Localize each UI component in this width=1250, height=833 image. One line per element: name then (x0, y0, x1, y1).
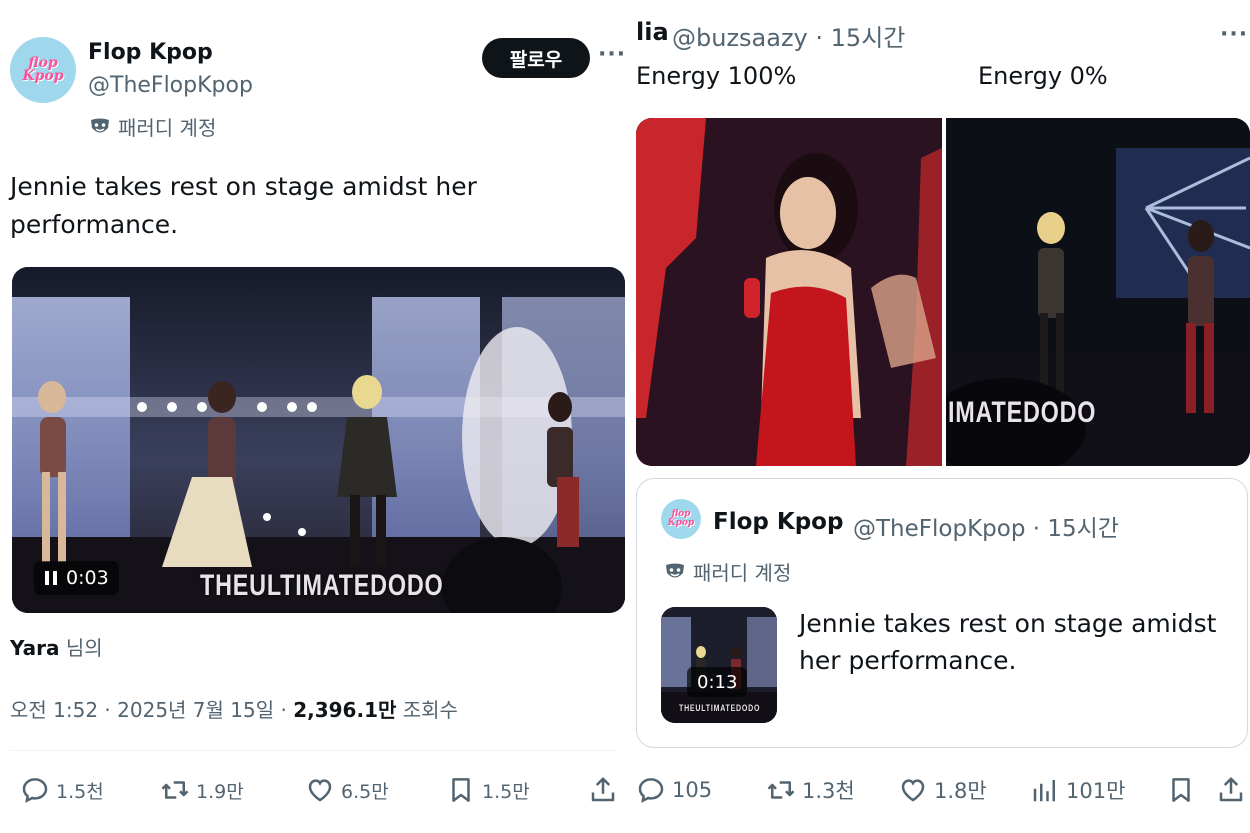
share-button[interactable] (1216, 775, 1246, 805)
divider (10, 750, 616, 751)
retweet-button[interactable]: 1.3천 (766, 775, 855, 805)
parody-label-text: 패러디 계정 (693, 561, 792, 585)
video-watermark: THEULTIMATEDODO (200, 569, 444, 602)
like-button[interactable]: 1.8만 (898, 775, 987, 805)
quoted-tweet-text: Jennie takes rest on stage amidst her pe… (799, 609, 1217, 675)
retweet-count: 1.9만 (196, 780, 244, 803)
video-playback-badge[interactable]: 0:03 (34, 561, 119, 595)
quoted-author-handle-time[interactable]: @TheFlopKpop · 15시간 (853, 509, 1119, 543)
quoted-parody-label: 패러디 계정 (665, 557, 791, 586)
author-handle[interactable]: @TheFlopKpop (88, 73, 253, 98)
retweet-icon (161, 781, 189, 799)
views-count: 101만 (1066, 779, 1126, 803)
author-avatar[interactable]: flop Kpop (10, 37, 76, 103)
retweet-icon (767, 781, 795, 799)
follow-button[interactable]: 팔로우 (482, 38, 590, 78)
right-tweet: lia @buzsaazy · 15시간 ··· Energy 100% Ene… (628, 0, 1250, 833)
like-count: 1.8만 (934, 779, 987, 803)
share-icon (591, 777, 615, 802)
credit-suffix: 님의 (65, 636, 103, 660)
share-button[interactable] (588, 775, 618, 805)
quoted-author-avatar[interactable]: flop Kpop (661, 499, 701, 539)
parody-account-label: 패러디 계정 (90, 112, 216, 141)
bookmark-button[interactable]: 1.5만 (446, 775, 530, 805)
heart-icon (308, 779, 332, 802)
thumbnail-time: 0:13 (697, 671, 738, 693)
retweet-count: 1.3천 (802, 779, 855, 803)
reply-icon (22, 778, 48, 803)
tweet-timestamp[interactable]: 오전 1:52 · 2025년 7월 15일 · (10, 698, 293, 722)
photo-a-image (636, 118, 942, 466)
left-tweet: flop Kpop Flop Kpop @TheFlopKpop 패러디 계정 … (0, 0, 628, 833)
parody-label-text: 패러디 계정 (118, 116, 217, 140)
reply-count: 1.5천 (56, 780, 104, 803)
avatar-logo-text-bottom: Kpop (22, 68, 64, 84)
bookmark-icon (452, 778, 470, 802)
tweet-text: Jennie takes rest on stage amidst her pe… (10, 172, 477, 239)
bookmark-count: 1.5만 (482, 780, 530, 803)
author-name[interactable]: lia (636, 18, 669, 46)
caption-right: Energy 0% (978, 62, 1108, 90)
more-options-icon[interactable]: ··· (1220, 22, 1248, 47)
like-count: 6.5만 (341, 780, 389, 803)
photo-watermark: IMATEDODO (948, 396, 1097, 429)
credit-name[interactable]: Yara (10, 636, 60, 660)
bookmark-icon (1172, 778, 1190, 802)
more-options-icon[interactable]: ··· (598, 42, 626, 67)
reply-button[interactable]: 105 (636, 775, 712, 805)
caption-left: Energy 100% (636, 62, 797, 90)
tweet-metadata: 오전 1:52 · 2025년 7월 15일 · 2,396.1만 조회수 (10, 694, 458, 723)
avatar-logo-text-bottom: Kpop (667, 518, 695, 528)
share-icon (1219, 777, 1243, 802)
tweet-photo-energy-100[interactable] (636, 118, 942, 466)
reply-count: 105 (672, 778, 713, 802)
like-button[interactable]: 6.5만 (305, 775, 389, 805)
parody-mask-icon (91, 118, 109, 132)
thumbnail-watermark: THEULTIMATEDODO (679, 703, 761, 713)
tweet-video[interactable]: THEULTIMATEDODO 0:03 (12, 267, 625, 613)
parody-mask-icon (666, 563, 684, 577)
view-count-label: 조회수 (396, 698, 458, 722)
views-button[interactable]: 101만 (1030, 775, 1125, 805)
author-name[interactable]: Flop Kpop (88, 40, 213, 65)
reply-icon (638, 778, 664, 803)
quoted-video-thumbnail[interactable]: 0:13 THEULTIMATEDODO (661, 607, 777, 723)
reply-button[interactable]: 1.5천 (20, 775, 104, 805)
quoted-author-name[interactable]: Flop Kpop (713, 509, 843, 535)
bookmark-button[interactable] (1166, 775, 1196, 805)
retweet-button[interactable]: 1.9만 (160, 775, 244, 805)
quoted-tweet[interactable]: flop Kpop Flop Kpop @TheFlopKpop · 15시간 … (636, 478, 1248, 748)
author-handle-time[interactable]: @buzsaazy · 15시간 (672, 18, 905, 53)
video-time: 0:03 (66, 567, 109, 589)
pause-icon[interactable] (44, 570, 58, 586)
view-count: 2,396.1만 (293, 698, 397, 722)
video-credit: Yara 님의 (10, 632, 103, 661)
heart-icon (901, 779, 925, 802)
thumbnail-duration: 0:13 (687, 667, 748, 697)
tweet-photo-energy-0[interactable]: IMATEDODO (946, 118, 1250, 466)
analytics-icon (1033, 780, 1055, 802)
